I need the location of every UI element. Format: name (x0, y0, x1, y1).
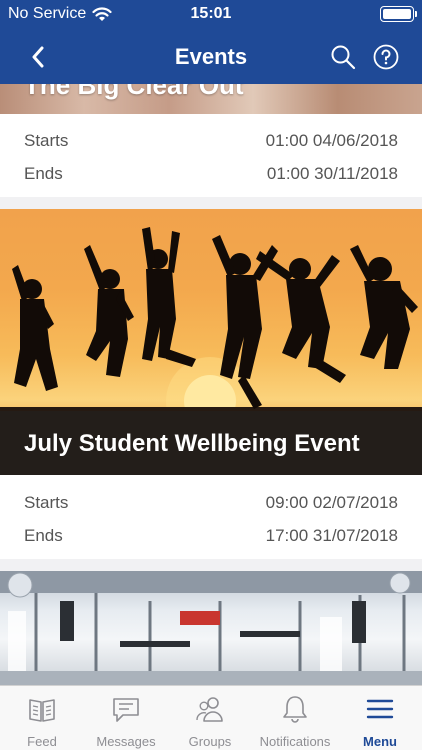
ends-label: Ends (24, 526, 63, 545)
events-list[interactable]: The Big Clear Out Starts 01:00 04/06/201… (0, 84, 422, 685)
bell-icon (283, 696, 307, 723)
starts-value: 01:00 04/06/2018 (265, 131, 398, 150)
event-details[interactable]: Starts 01:00 04/06/2018 Ends 01:00 30/11… (0, 114, 422, 197)
event-image[interactable] (0, 571, 422, 685)
tab-notifications[interactable]: Notifications (253, 686, 337, 750)
search-icon (331, 45, 356, 70)
tab-messages[interactable]: Messages (84, 686, 168, 750)
tab-bar: Feed Messages Groups Notifications Menu (0, 685, 422, 750)
starts-value: 09:00 02/07/2018 (265, 493, 398, 512)
starts-label: Starts (24, 493, 69, 512)
gym-illustration (0, 571, 422, 685)
tab-feed[interactable]: Feed (0, 686, 84, 750)
event-title: July Student Wellbeing Event (24, 430, 360, 457)
navigation-bar: Events (0, 30, 422, 84)
event-image[interactable]: July Student Wellbeing Event (0, 209, 422, 475)
chat-icon (113, 698, 139, 722)
event-title: The Big Clear Out (24, 84, 244, 100)
page-title: Events (174, 44, 248, 69)
event-details[interactable]: Starts 09:00 02/07/2018 Ends 17:00 31/07… (0, 475, 422, 559)
book-icon (29, 699, 55, 722)
search-button[interactable] (328, 42, 358, 72)
battery-icon (380, 6, 417, 22)
people-icon (196, 697, 223, 722)
starts-label: Starts (24, 131, 69, 150)
tab-menu[interactable]: Menu (338, 686, 422, 750)
question-mark-icon (373, 44, 399, 70)
status-time: 15:01 (190, 5, 232, 22)
hamburger-icon (366, 699, 394, 719)
tab-label: Menu (363, 734, 397, 749)
help-button[interactable] (372, 43, 400, 71)
tab-label: Messages (96, 734, 156, 749)
ends-value: 01:00 30/11/2018 (266, 164, 398, 183)
ends-label: Ends (24, 164, 63, 183)
ends-value: 17:00 31/07/2018 (265, 526, 398, 545)
event-image[interactable]: The Big Clear Out (0, 84, 422, 114)
tab-label: Notifications (259, 734, 331, 749)
tab-label: Groups (188, 734, 232, 749)
status-bar: No Service 15:01 (0, 0, 422, 30)
tab-label: Feed (27, 734, 57, 749)
tab-groups[interactable]: Groups (168, 686, 252, 750)
